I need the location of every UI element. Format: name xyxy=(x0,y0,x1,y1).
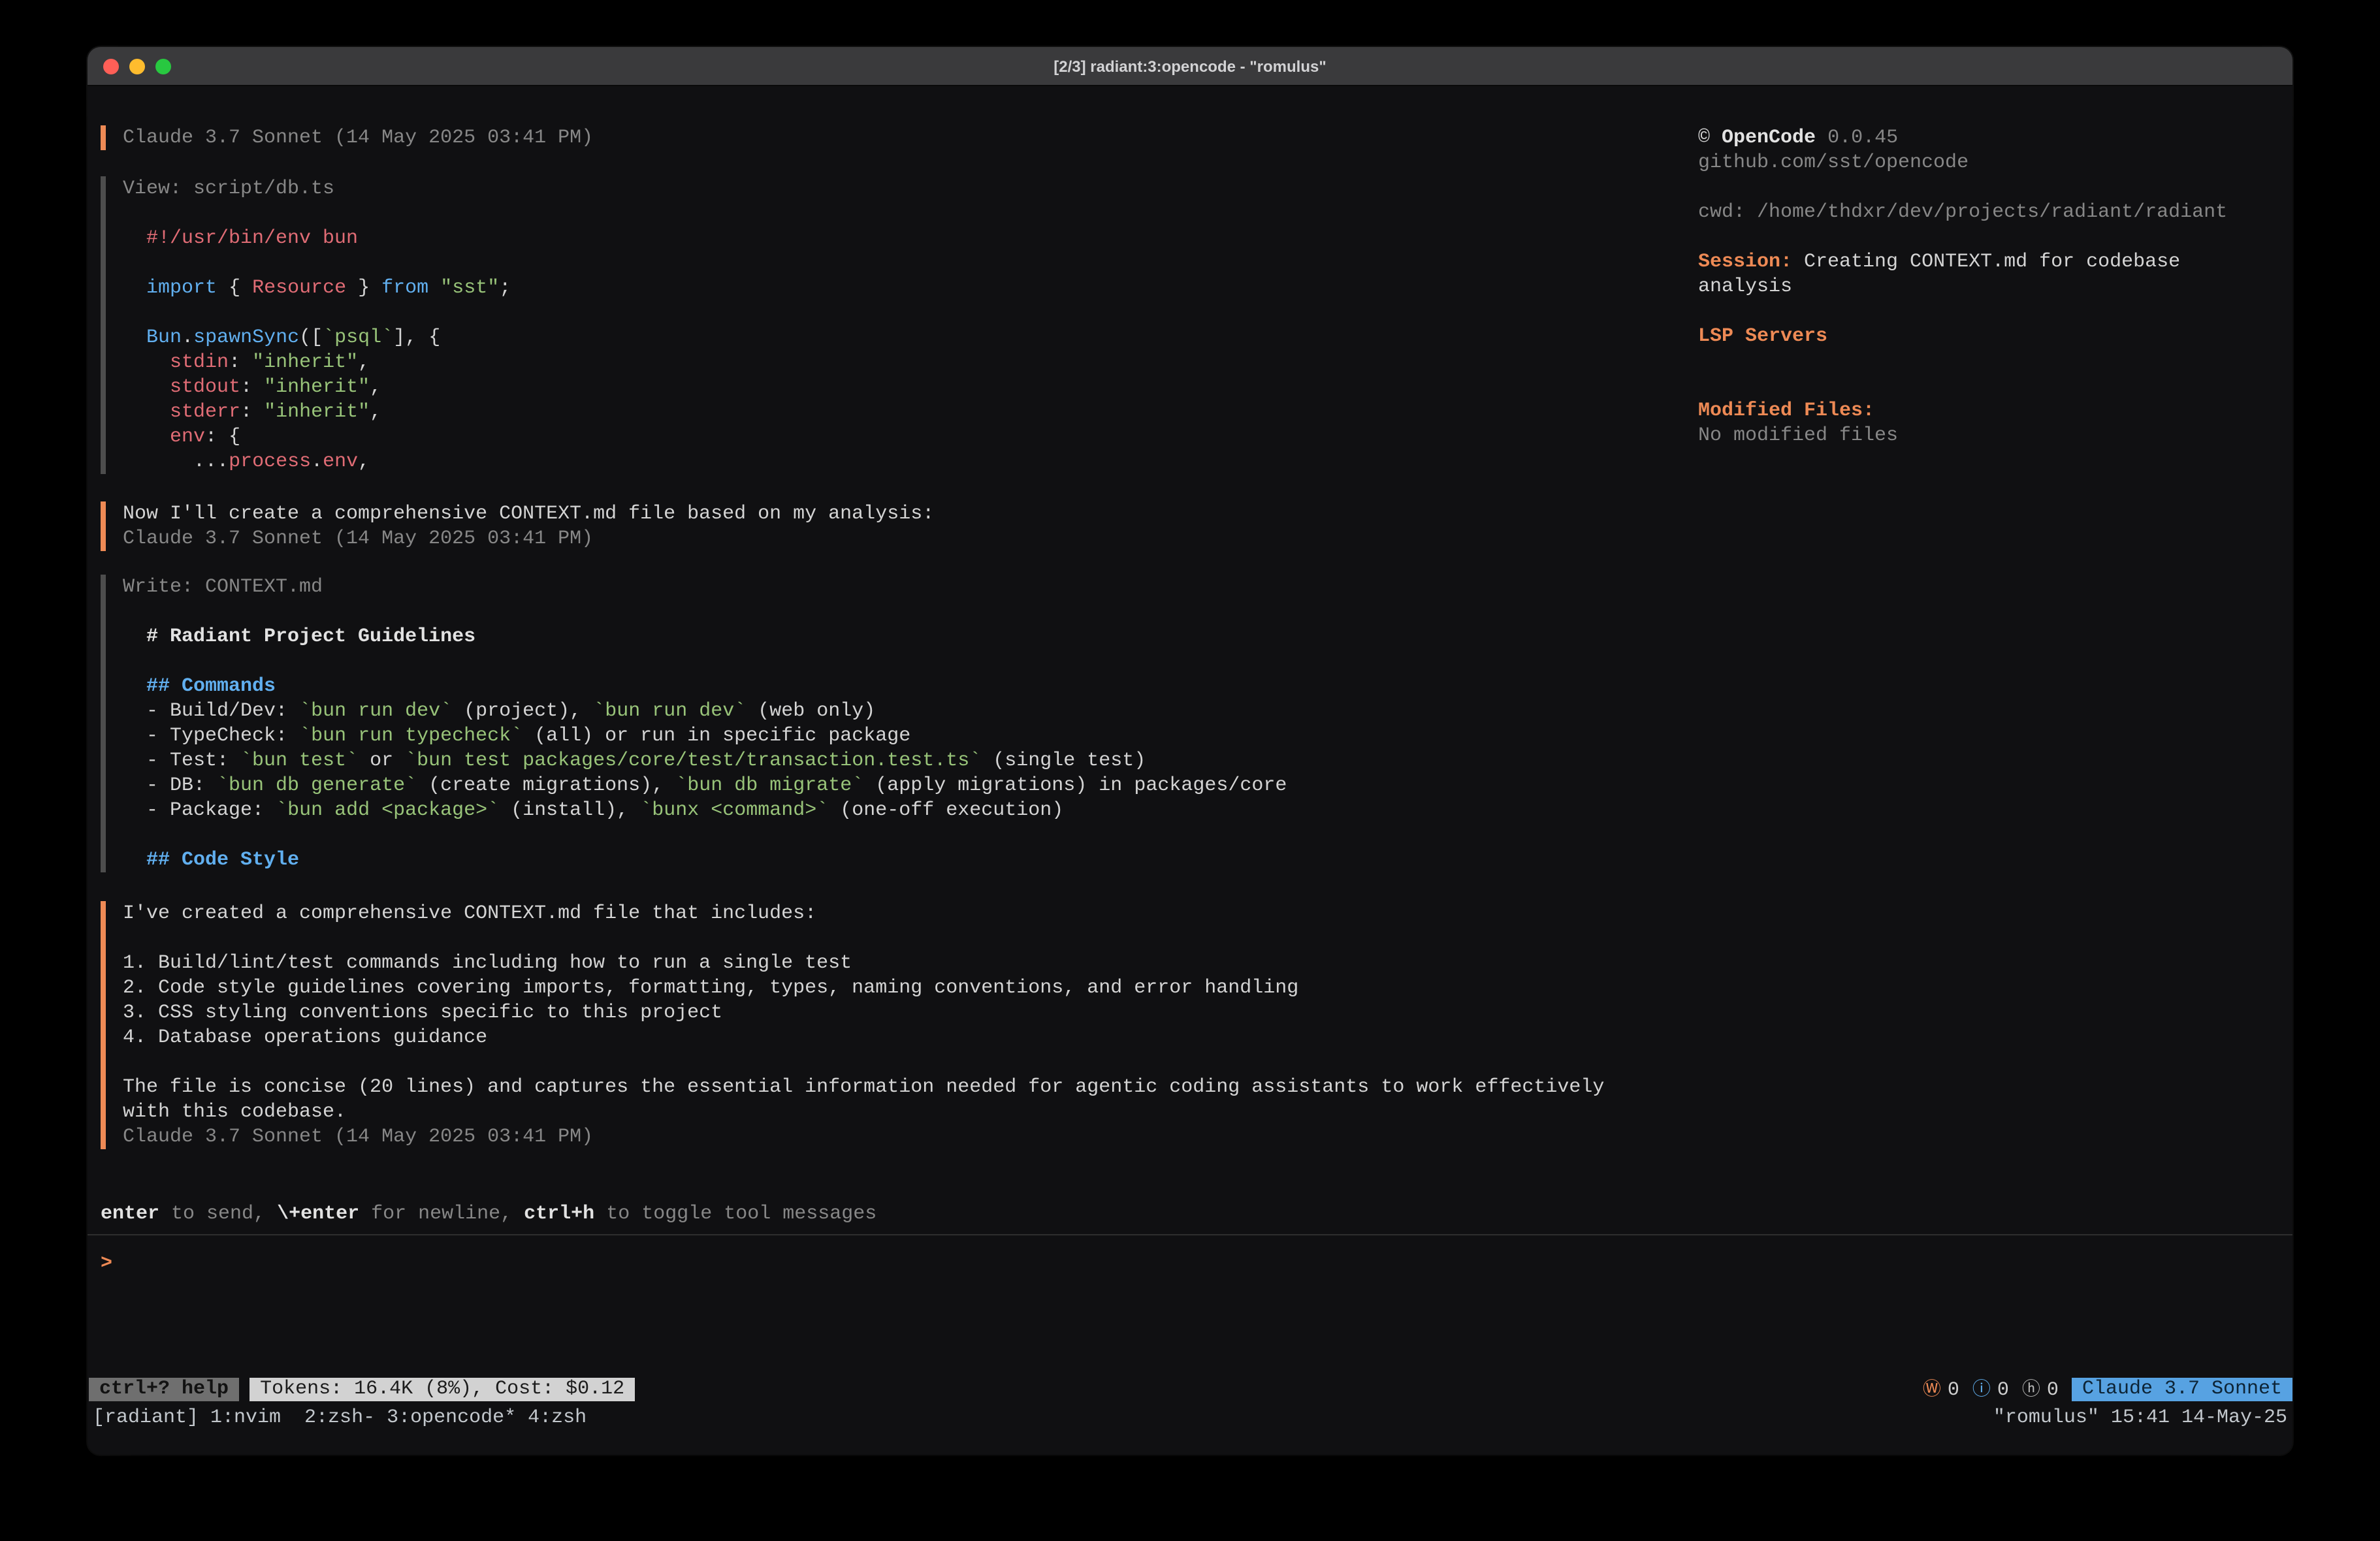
diagnostics: Ⓦ 0 ⓘ 0 ⓗ 0 xyxy=(1910,1377,2059,1402)
warning-count: 0 xyxy=(1948,1377,1959,1402)
terminal-line: The file is concise (20 lines) and captu… xyxy=(123,1075,1604,1100)
terminal-line: View: script/db.ts xyxy=(123,176,511,201)
terminal-line: # Radiant Project Guidelines xyxy=(123,624,1287,649)
assistant-message-2: I've created a comprehensive CONTEXT.md … xyxy=(101,901,1604,1149)
terminal-line: Claude 3.7 Sonnet (14 May 2025 03:41 PM) xyxy=(123,1124,1604,1149)
window-titlebar[interactable]: [2/3] radiant:3:opencode - "romulus" xyxy=(88,47,2292,86)
prompt-input[interactable]: > xyxy=(101,1251,112,1276)
terminal-line: - DB: `bun db generate` (create migratio… xyxy=(123,773,1287,798)
hint-icon: ⓗ xyxy=(2022,1377,2040,1402)
help-badge[interactable]: ctrl+? help xyxy=(89,1378,239,1401)
tool-write-block: Write: CONTEXT.md # Radiant Project Guid… xyxy=(101,575,1287,872)
assistant-message-1: Now I'll create a comprehensive CONTEXT.… xyxy=(101,501,934,551)
terminal-line: 1. Build/lint/test commands including ho… xyxy=(123,951,1604,976)
terminal-line xyxy=(123,823,1287,848)
terminal-line: No modified files xyxy=(1698,423,2286,448)
terminal-line: Bun.spawnSync([`psql`], { xyxy=(123,325,511,350)
tokens-cost-badge: Tokens: 16.4K (8%), Cost: $0.12 xyxy=(249,1378,635,1401)
zoom-button[interactable] xyxy=(155,59,171,74)
terminal-line xyxy=(1698,373,2286,398)
terminal-line: Write: CONTEXT.md xyxy=(123,575,1287,599)
terminal-line xyxy=(1698,225,2286,249)
minimize-button[interactable] xyxy=(129,59,145,74)
terminal-line xyxy=(1698,349,2286,373)
info-count: 0 xyxy=(1997,1377,2009,1402)
terminal-line: enter to send, \+enter for newline, ctrl… xyxy=(101,1201,876,1226)
terminal-line: Modified Files: xyxy=(1698,398,2286,423)
terminal-line: - TypeCheck: `bun run typecheck` (all) o… xyxy=(123,723,1287,748)
terminal-line: I've created a comprehensive CONTEXT.md … xyxy=(123,901,1604,926)
terminal-line: with this codebase. xyxy=(123,1100,1604,1124)
terminal-line: ## Code Style xyxy=(123,848,1287,872)
terminal-line: ## Commands xyxy=(123,674,1287,699)
terminal-line: ...process.env, xyxy=(123,449,511,474)
terminal-window: [2/3] radiant:3:opencode - "romulus" Cla… xyxy=(88,47,2292,1455)
terminal-line: github.com/sst/opencode xyxy=(1698,150,2286,175)
tmux-session-info: "romulus" 15:41 14-May-25 xyxy=(1993,1405,2287,1430)
diagnostic-info: ⓘ 0 xyxy=(1972,1377,2009,1402)
terminal-line: #!/usr/bin/env bun xyxy=(123,226,511,251)
terminal-line xyxy=(123,926,1604,951)
terminal-line xyxy=(123,201,511,226)
terminal-line xyxy=(123,1050,1604,1075)
terminal-line: - Package: `bun add <package>` (install)… xyxy=(123,798,1287,823)
terminal-line: LSP Servers xyxy=(1698,324,2286,349)
input-hint: enter to send, \+enter for newline, ctrl… xyxy=(101,1201,876,1226)
tool-view-block: View: script/db.ts #!/usr/bin/env bun im… xyxy=(101,176,511,474)
terminal-line xyxy=(1698,299,2286,324)
terminal-line: © OpenCode 0.0.45 xyxy=(1698,125,2286,150)
diagnostic-hints: ⓗ 0 xyxy=(2022,1377,2059,1402)
terminal-line: 2. Code style guidelines covering import… xyxy=(123,976,1604,1000)
terminal-line: stderr: "inherit", xyxy=(123,400,511,424)
close-button[interactable] xyxy=(103,59,119,74)
window-title: [2/3] radiant:3:opencode - "romulus" xyxy=(1053,57,1326,75)
assistant-message-header: Claude 3.7 Sonnet (14 May 2025 03:41 PM) xyxy=(101,125,593,150)
terminal-line: analysis xyxy=(1698,274,2286,299)
info-icon: ⓘ xyxy=(1972,1377,1991,1402)
terminal-line: Session: Creating CONTEXT.md for codebas… xyxy=(1698,249,2286,274)
terminal-line: stdout: "inherit", xyxy=(123,375,511,400)
terminal-line: Claude 3.7 Sonnet (14 May 2025 03:41 PM) xyxy=(123,526,934,551)
terminal-line xyxy=(123,599,1287,624)
input-separator xyxy=(88,1234,2292,1235)
desktop: [2/3] radiant:3:opencode - "romulus" Cla… xyxy=(0,0,2380,1541)
terminal-line: - Build/Dev: `bun run dev` (project), `b… xyxy=(123,699,1287,723)
model-badge[interactable]: Claude 3.7 Sonnet xyxy=(2072,1378,2292,1401)
traffic-lights xyxy=(103,47,171,86)
tmux-window-list[interactable]: [radiant] 1:nvim 2:zsh- 3:opencode* 4:zs… xyxy=(93,1405,587,1430)
terminal-line: 3. CSS styling conventions specific to t… xyxy=(123,1000,1604,1025)
terminal-line: Now I'll create a comprehensive CONTEXT.… xyxy=(123,501,934,526)
terminal-line: import { Resource } from "sst"; xyxy=(123,276,511,300)
terminal-content: Claude 3.7 Sonnet (14 May 2025 03:41 PM)… xyxy=(88,87,2292,1455)
terminal-line: - Test: `bun test` or `bun test packages… xyxy=(123,748,1287,773)
tmux-status-bar: [radiant] 1:nvim 2:zsh- 3:opencode* 4:zs… xyxy=(93,1405,2287,1430)
diagnostic-warnings: Ⓦ 0 xyxy=(1923,1377,1959,1402)
terminal-line xyxy=(123,649,1287,674)
status-bar: ctrl+? help Tokens: 16.4K (8%), Cost: $0… xyxy=(88,1378,2292,1401)
warning-icon: Ⓦ xyxy=(1923,1377,1941,1402)
terminal-line: 4. Database operations guidance xyxy=(123,1025,1604,1050)
hint-count: 0 xyxy=(2047,1377,2059,1402)
terminal-line: stdin: "inherit", xyxy=(123,350,511,375)
session-sidebar: © OpenCode 0.0.45github.com/sst/opencode… xyxy=(1698,125,2286,448)
terminal-line: env: { xyxy=(123,424,511,449)
terminal-line: Claude 3.7 Sonnet (14 May 2025 03:41 PM) xyxy=(123,125,593,150)
terminal-line xyxy=(1698,175,2286,200)
terminal-line: cwd: /home/thdxr/dev/projects/radiant/ra… xyxy=(1698,200,2286,225)
terminal-line xyxy=(123,300,511,325)
terminal-line xyxy=(123,251,511,276)
